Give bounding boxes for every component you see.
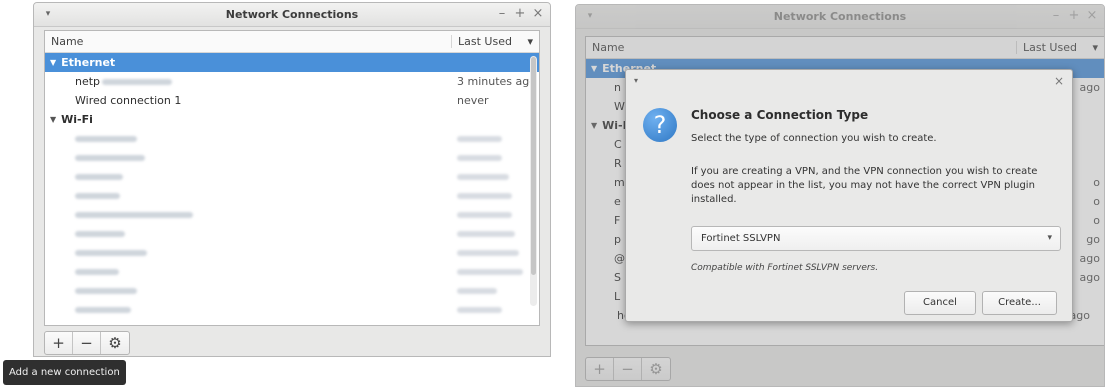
list-item[interactable]: netp 3 minutes ago: [45, 72, 539, 91]
expander-triangle-icon[interactable]: ▼: [50, 115, 56, 124]
dialog-vpn-note: If you are creating a VPN, and the VPN c…: [691, 166, 1038, 205]
sort-chevron-icon: ▾: [527, 35, 533, 48]
gear-icon[interactable]: ⚙: [101, 332, 129, 354]
expander-triangle-icon[interactable]: ▼: [50, 58, 56, 67]
redacted-text: [75, 288, 137, 294]
create-button[interactable]: Create...: [982, 291, 1057, 315]
redacted-text: [457, 155, 502, 161]
connections-list[interactable]: Name Last Used ▾ ▼ Ethernet netp 3 minut…: [44, 30, 540, 326]
connection-type-select[interactable]: Fortinet SSLVPN ▾: [691, 226, 1061, 251]
cancel-button[interactable]: Cancel: [904, 291, 976, 315]
redacted-text: [75, 155, 145, 161]
dialog-title: Choose a Connection Type: [691, 108, 869, 122]
list-item[interactable]: [45, 129, 539, 148]
window-controls: – + ×: [496, 6, 544, 21]
connection-name: netp: [45, 75, 451, 88]
redacted-text: [75, 269, 119, 275]
list-item[interactable]: [45, 148, 539, 167]
connection-type-description: Compatible with Fortinet SSLVPN servers.: [691, 263, 879, 273]
redacted-text: [457, 288, 497, 294]
close-button[interactable]: ×: [532, 6, 544, 21]
group-label: Wi-Fi: [61, 113, 93, 126]
redacted-text: [75, 212, 193, 218]
list-item[interactable]: Wired connection 1 never: [45, 91, 539, 110]
connection-name: Wired connection 1: [75, 94, 182, 107]
redacted-text: [457, 250, 519, 256]
group-label: Ethernet: [61, 56, 116, 69]
dialog-menu-button[interactable]: ▾: [634, 76, 638, 85]
connection-toolbar: + − ⚙: [44, 331, 130, 355]
redacted-text: [75, 174, 123, 180]
window-title: Network Connections: [225, 8, 359, 21]
redacted-text: [457, 193, 512, 199]
list-item[interactable]: [45, 224, 539, 243]
connection-type-value: Fortinet SSLVPN: [701, 233, 781, 244]
minimize-button[interactable]: –: [496, 6, 508, 21]
question-icon: ?: [643, 108, 677, 142]
column-header-name[interactable]: Name: [45, 35, 451, 48]
list-item[interactable]: [45, 186, 539, 205]
choose-connection-type-dialog: ▾ × ? Choose a Connection Type Select th…: [625, 69, 1073, 322]
list-item[interactable]: [45, 262, 539, 281]
network-connections-window: ▾ Network Connections – + × Name Last Us…: [33, 2, 551, 357]
list-item[interactable]: [45, 205, 539, 224]
redacted-text: [102, 79, 173, 85]
list-item[interactable]: [45, 281, 539, 300]
dropdown-caret-icon: ▾: [1047, 233, 1052, 243]
group-row-wifi[interactable]: ▼ Wi-Fi: [45, 110, 539, 129]
list-header: Name Last Used ▾: [45, 31, 539, 53]
connection-last-used: never: [457, 94, 489, 107]
add-connection-button[interactable]: +: [45, 332, 73, 354]
column-header-last-used[interactable]: Last Used ▾: [451, 35, 539, 48]
title-bar: ▾ Network Connections – + ×: [34, 3, 550, 27]
redacted-text: [457, 231, 515, 237]
scrollbar-thumb[interactable]: [531, 57, 536, 275]
redacted-text: [457, 174, 509, 180]
tooltip: Add a new connection: [3, 360, 126, 385]
network-connections-window-with-dialog: ▾ Network Connections – + × Name Last Us…: [575, 4, 1105, 387]
dialog-instruction: Select the type of connection you wish t…: [691, 133, 937, 144]
connection-last-used: 3 minutes ago: [457, 75, 536, 88]
dialog-close-button[interactable]: ×: [1054, 74, 1064, 88]
maximize-button[interactable]: +: [514, 6, 526, 21]
list-item[interactable]: [45, 243, 539, 262]
column-header-last-used-label: Last Used: [458, 35, 512, 48]
redacted-text: [75, 136, 137, 142]
redacted-text: [75, 231, 125, 237]
redacted-text: [457, 136, 502, 142]
remove-connection-button[interactable]: −: [73, 332, 101, 354]
redacted-text: [75, 307, 131, 313]
vertical-scrollbar[interactable]: [530, 56, 537, 306]
list-item[interactable]: [45, 300, 539, 319]
redacted-text: [75, 250, 147, 256]
list-item[interactable]: [45, 167, 539, 186]
group-row-ethernet[interactable]: ▼ Ethernet: [45, 53, 539, 72]
redacted-text: [457, 212, 512, 218]
redacted-text: [75, 193, 120, 199]
redacted-text: [457, 307, 502, 313]
redacted-text: [457, 269, 523, 275]
